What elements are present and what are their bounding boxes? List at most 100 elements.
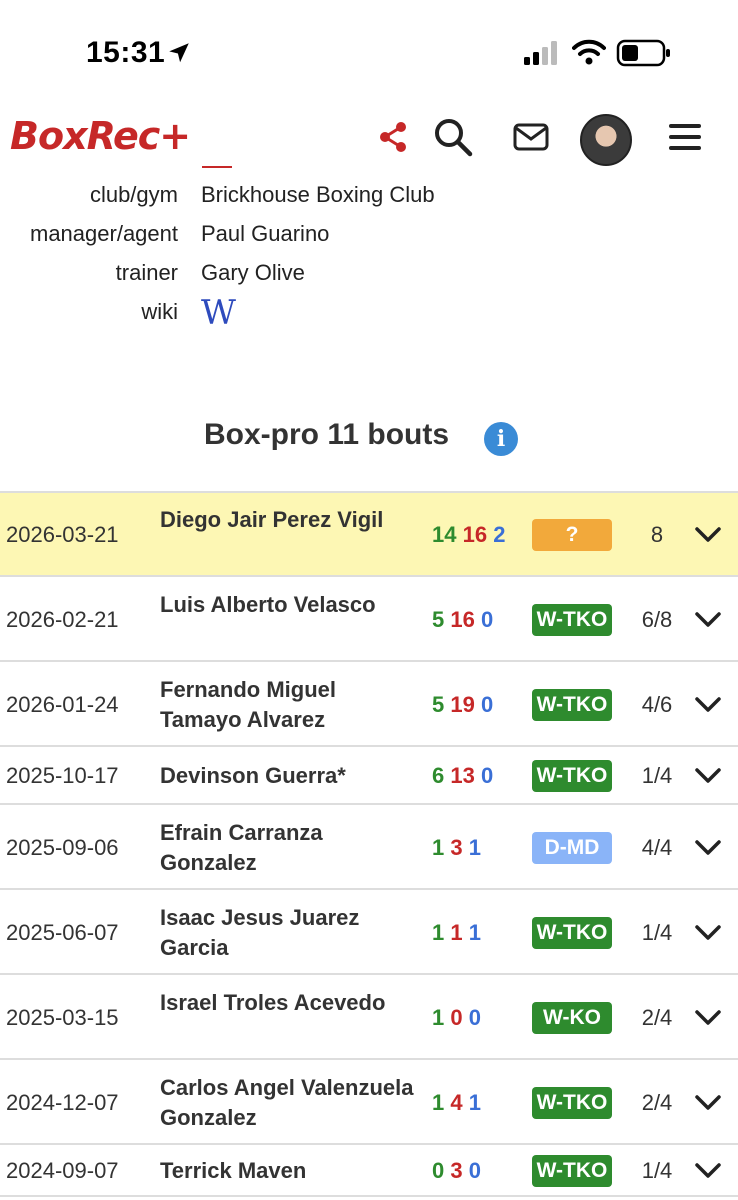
info-label: trainer [115,260,178,285]
search-icon [435,119,473,157]
menu-icon [669,124,701,150]
bout-row[interactable]: 2025-03-15 Israel Troles Acevedo 1 0 0 W-KO… [0,975,738,1060]
opponent-record: 1 0 0 [432,1005,481,1031]
chevron-down-icon[interactable] [694,1008,722,1028]
menu-button[interactable] [662,114,708,160]
info-row-manager: manager/agent Paul Guarino [0,217,738,256]
bout-date[interactable]: 2024-12-07 [6,1090,119,1116]
record-losses: 4 [450,1089,463,1115]
chevron-down-icon[interactable] [694,766,722,786]
bout-opponent[interactable]: Fernando Miguel Tamayo Alvarez [160,675,420,735]
bout-rounds: 1/4 [641,1158,673,1183]
bouts-table: 2026-03-21 Diego Jair Perez Vigil 14 16 2?… [0,491,738,1197]
chevron-down-icon[interactable] [694,525,722,545]
result-badge: ? [532,519,612,551]
record-losses: 19 [450,691,475,717]
result-badge: W-TKO [532,688,612,721]
wikipedia-icon[interactable]: W [201,293,236,333]
record-draws: 0 [480,691,494,717]
mail-icon [513,123,549,151]
record-draws: 1 [468,834,481,860]
manager-link[interactable]: Paul Guarino [201,221,329,247]
bout-rounds: 2/4 [641,1089,673,1115]
record-wins: 0 [432,1158,445,1183]
boxrec-logo[interactable]: BoxRec+ [10,114,191,158]
opponent-record: 0 3 0 [432,1158,481,1184]
bout-date[interactable]: 2025-09-06 [6,835,119,861]
record-losses: 3 [450,834,463,860]
result-badge: W-KO [532,1001,612,1034]
result-badge: W-TKO [532,603,612,636]
bout-row[interactable]: 2026-03-21 Diego Jair Perez Vigil 14 16 2?… [0,493,738,577]
record-draws: 1 [468,1089,481,1115]
bout-opponent[interactable]: Terrick Maven [160,1156,420,1186]
chevron-down-icon[interactable] [694,1093,722,1113]
bout-row[interactable]: 2025-06-07 Isaac Jesus Juarez Garcia 1 1 1… [0,890,738,975]
info-label: club/gym [89,182,178,207]
trainer-link[interactable]: Gary Olive [201,260,305,286]
wifi-icon [572,39,606,65]
chevron-down-icon[interactable] [694,1161,722,1181]
search-button[interactable] [430,114,476,160]
bout-row[interactable]: 2026-01-24 Fernando Miguel Tamayo Alvarez… [0,662,738,747]
bout-opponent[interactable]: Efrain Carranza Gonzalez [160,818,420,878]
bout-date[interactable]: 2026-02-21 [6,607,119,633]
bout-date[interactable]: 2026-01-24 [6,692,119,718]
bout-row[interactable]: 2024-12-07 Carlos Angel Valenzuela Gonzal… [0,1060,738,1145]
bout-row[interactable]: 2026-02-21 Luis Alberto Velasco 5 16 0 W-TK… [0,577,738,662]
record-losses: 16 [450,606,475,632]
record-losses: 3 [450,1158,463,1183]
bout-date[interactable]: 2025-03-15 [6,1005,119,1031]
bout-opponent[interactable]: Isaac Jesus Juarez Garcia [160,903,420,963]
record-draws: 0 [480,606,494,632]
bout-opponent[interactable]: Diego Jair Perez Vigil [160,505,420,535]
avatar[interactable] [580,114,632,166]
section-title: Box-pro 11 bouts [204,418,450,451]
record-wins: 1 [432,919,445,945]
record-wins: 5 [432,606,445,632]
bout-opponent[interactable]: Carlos Angel Valenzuela Gonzalez [160,1073,420,1133]
opponent-record: 5 19 0 [432,692,493,718]
bout-rounds: 4/6 [641,691,673,717]
result-badge: W-TKO [532,760,612,792]
record-losses: 0 [450,1004,463,1030]
info-label: wiki [141,299,178,324]
share-icon [380,122,406,152]
club-link[interactable]: Brickhouse Boxing Club [201,182,435,208]
tab-indicator [202,166,232,168]
bout-opponent[interactable]: Israel Troles Acevedo [160,988,420,1018]
app-header: BoxRec+ [0,100,738,176]
chevron-down-icon[interactable] [694,695,722,715]
bout-row[interactable]: 2025-10-17 Devinson Guerra* 6 13 0 W-TKO 1/4 [0,747,738,805]
bout-date[interactable]: 2026-03-21 [6,522,119,548]
record-wins: 6 [432,763,445,788]
opponent-record: 1 3 1 [432,835,481,861]
bout-rounds: 4/4 [641,834,673,860]
bout-date[interactable]: 2024-09-07 [6,1158,119,1184]
bout-rounds: 6/8 [641,606,673,632]
chevron-down-icon[interactable] [694,610,722,630]
bout-opponent[interactable]: Devinson Guerra* [160,761,420,791]
opponent-record: 1 1 1 [432,920,481,946]
record-wins: 1 [432,1089,445,1115]
bout-opponent[interactable]: Luis Alberto Velasco [160,590,420,620]
bout-date[interactable]: 2025-06-07 [6,920,119,946]
bout-row[interactable]: 2024-09-07 Terrick Maven 0 3 0 W-TKO 1/4 [0,1145,738,1197]
record-wins: 1 [432,1004,445,1030]
share-button[interactable] [370,114,416,160]
record-losses: 16 [462,522,488,547]
record-wins: 14 [432,522,457,547]
record-wins: 1 [432,834,445,860]
mail-button[interactable] [508,114,554,160]
bout-date[interactable]: 2025-10-17 [6,763,119,789]
chevron-down-icon[interactable] [694,838,722,858]
info-icon[interactable]: i [484,422,518,456]
info-row-club: club/gym Brickhouse Boxing Club [0,178,738,217]
status-time: 15:31 [86,36,166,69]
chevron-down-icon[interactable] [694,923,722,943]
bout-rounds: 1/4 [641,763,673,788]
result-badge: W-TKO [532,916,612,949]
bout-row[interactable]: 2025-09-06 Efrain Carranza Gonzalez 1 3 1 D… [0,805,738,890]
signal-bars-icon [524,41,557,65]
record-draws: 1 [468,919,481,945]
